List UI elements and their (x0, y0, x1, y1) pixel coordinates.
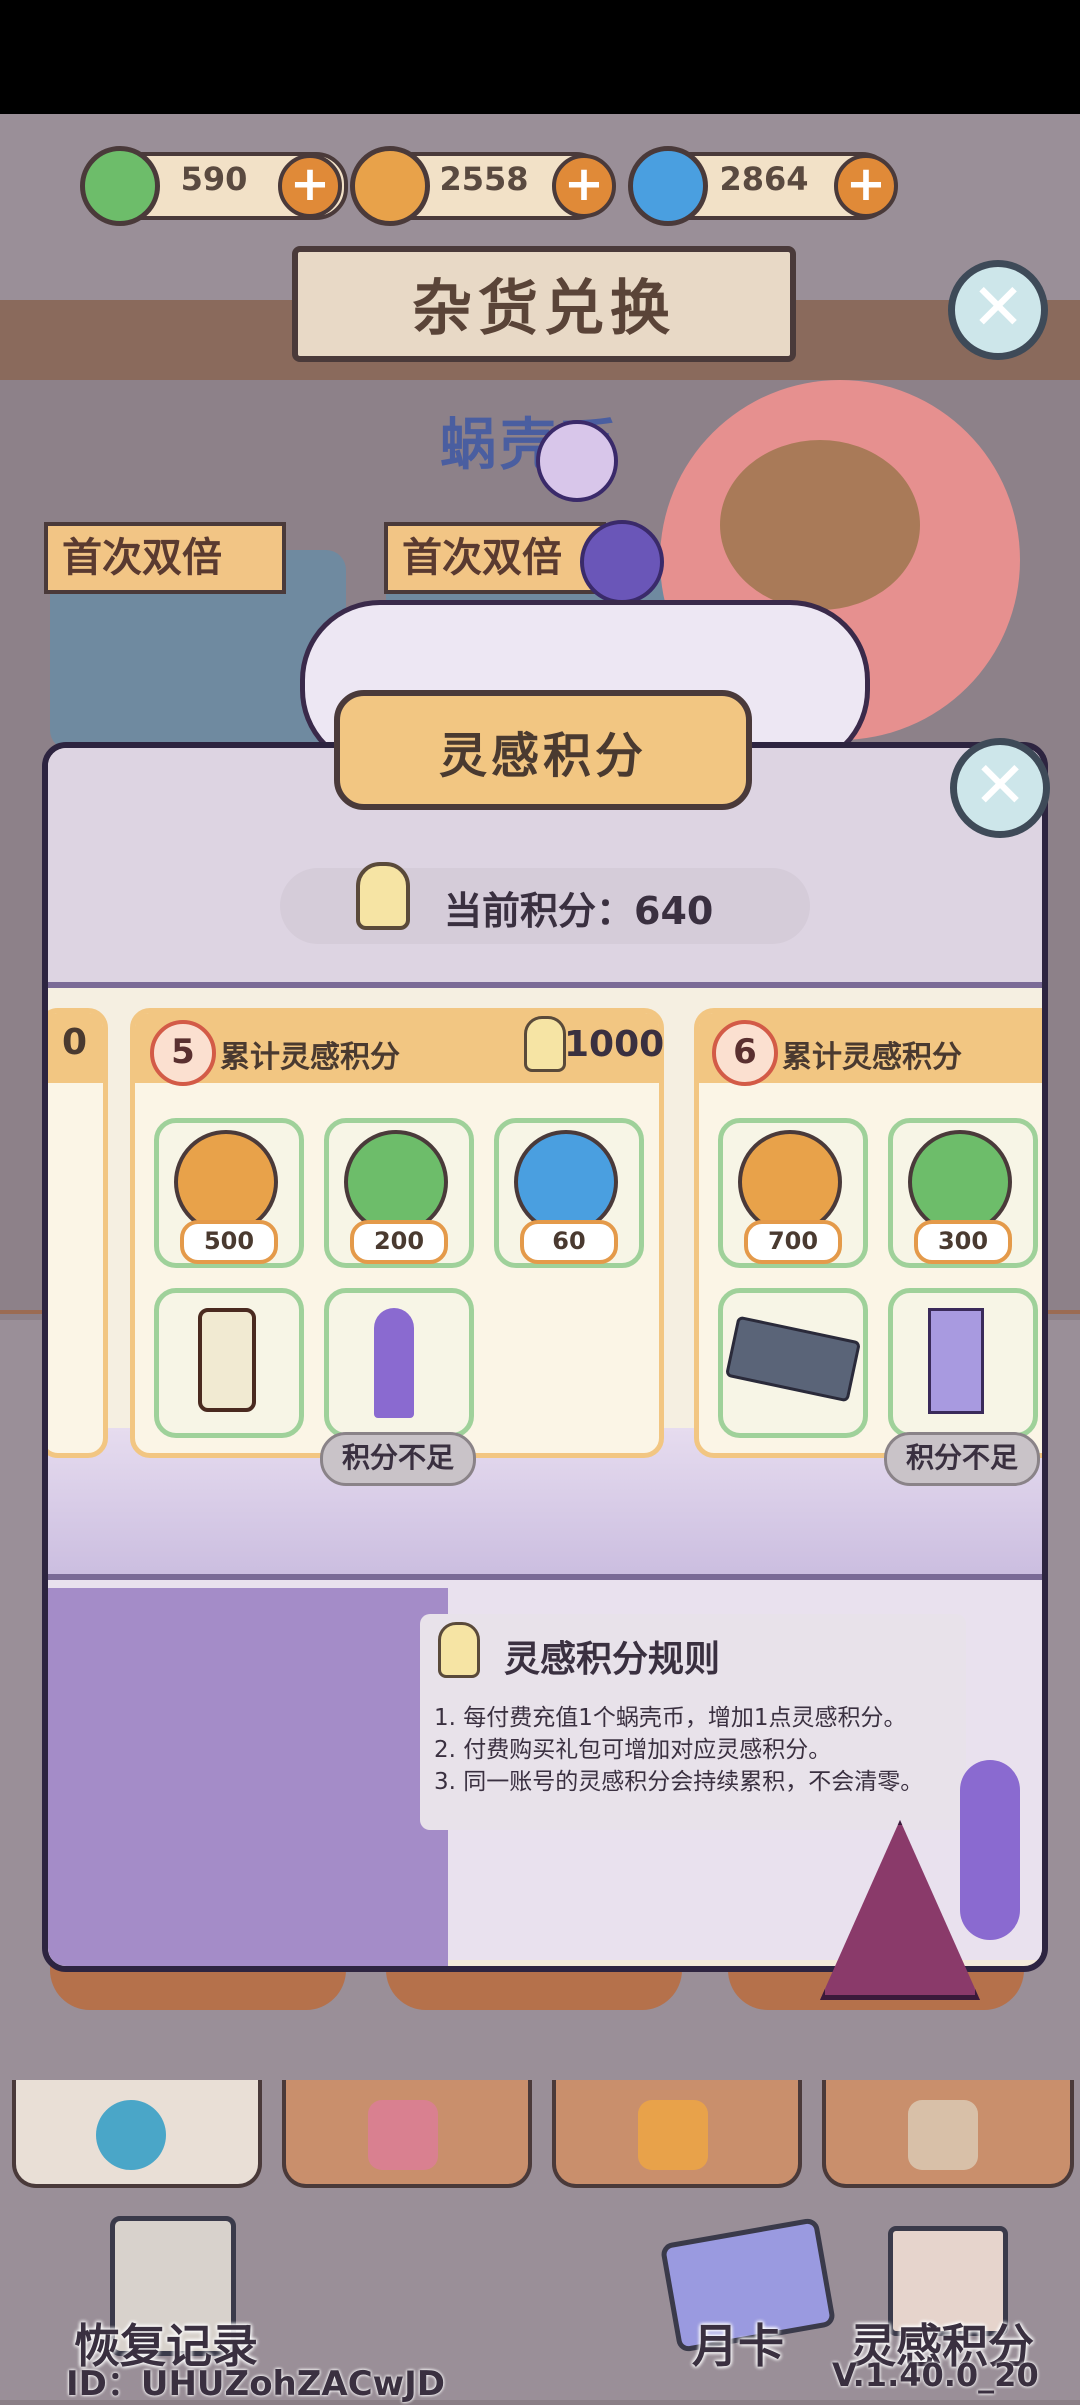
tier-star-icon: 5 (150, 1020, 216, 1086)
add-clover-button[interactable]: + (278, 154, 342, 218)
shop-close-button[interactable]: ✕ (948, 260, 1048, 360)
reward-qty: 700 (744, 1220, 842, 1264)
version-label: V.1.40.0_20 (832, 2356, 1039, 2394)
currency-value-bronze: 2558 (439, 160, 529, 198)
insufficient-points-label: 积分不足 (884, 1432, 1040, 1486)
character-face (720, 440, 920, 610)
current-score-value: 640 (634, 889, 714, 933)
crystal-icon (928, 1308, 984, 1414)
rules-title: 灵感积分规则 (504, 1639, 721, 1680)
reward-qty: 60 (520, 1220, 618, 1264)
snail-coin-icon (628, 146, 708, 226)
card-cost: 1000 (564, 1024, 665, 1065)
tier-star-icon: 6 (712, 1020, 778, 1086)
popup-close-button[interactable]: ✕ (950, 738, 1050, 838)
first-double-badge: 首次双倍 (44, 522, 286, 594)
candle-icon (198, 1308, 256, 1412)
gift-icon (638, 2100, 708, 2170)
reward-qty: 300 (914, 1220, 1012, 1264)
lightbulb-icon (524, 1016, 566, 1072)
crystal-ball-icon (580, 520, 664, 604)
monthly-card-button[interactable]: 月卡 (692, 2310, 784, 2376)
umbrella-icon (374, 1308, 414, 1418)
bronze-coin-icon (738, 1130, 842, 1234)
currency-value-clover: 590 (180, 160, 248, 198)
clover-coin-icon (80, 146, 160, 226)
fortune-room-scene (48, 1588, 448, 1966)
rule-item: 1. 每付费充值1个蜗壳币，增加1点灵感积分。 (434, 1705, 907, 1731)
bronze-coin-icon (174, 1130, 278, 1234)
lightbulb-icon (356, 862, 410, 930)
inspiration-points-popup: 当前积分：640 0 5 累计灵感积分 1000 500 200 60 积分不足… (42, 742, 1048, 1972)
user-id: ID：UHUZohZACwJD (66, 2364, 445, 2404)
popup-title: 灵感积分 (438, 728, 647, 784)
reward-qty: 500 (180, 1220, 278, 1264)
clover-coin-icon (344, 1130, 448, 1234)
current-score: 当前积分：640 (444, 880, 713, 935)
bronze-coin-icon (350, 146, 430, 226)
insufficient-points-label: 积分不足 (320, 1432, 476, 1486)
scroll-icon (908, 2100, 978, 2170)
reward-card-partial (48, 1008, 108, 1458)
shirt-icon (368, 2100, 438, 2170)
current-score-label: 当前积分： (444, 889, 635, 933)
clover-coin-icon (908, 1130, 1012, 1234)
status-bar (0, 0, 1080, 114)
currency-value-snail: 2864 (719, 160, 809, 198)
lightbulb-icon (438, 1622, 480, 1678)
umbrella-decoration (960, 1760, 1020, 1940)
card-title: 累计灵感积分 (782, 1040, 962, 1075)
bubble-icon (536, 420, 618, 502)
reward-qty: 200 (350, 1220, 448, 1264)
rule-item: 2. 付费购买礼包可增加对应灵感积分。 (434, 1737, 832, 1763)
snail-coin-icon (96, 2100, 166, 2170)
first-double-badge: 首次双倍 (384, 522, 606, 594)
shop-title: 杂货兑换 (412, 274, 676, 344)
add-snail-button[interactable]: + (834, 154, 898, 218)
partial-card-value: 0 (62, 1022, 88, 1063)
rule-item: 3. 同一账号的灵感积分会持续累积，不会清零。 (434, 1769, 924, 1795)
add-bronze-button[interactable]: + (552, 154, 616, 218)
card-title: 累计灵感积分 (220, 1040, 400, 1075)
snail-coin-icon (514, 1130, 618, 1234)
